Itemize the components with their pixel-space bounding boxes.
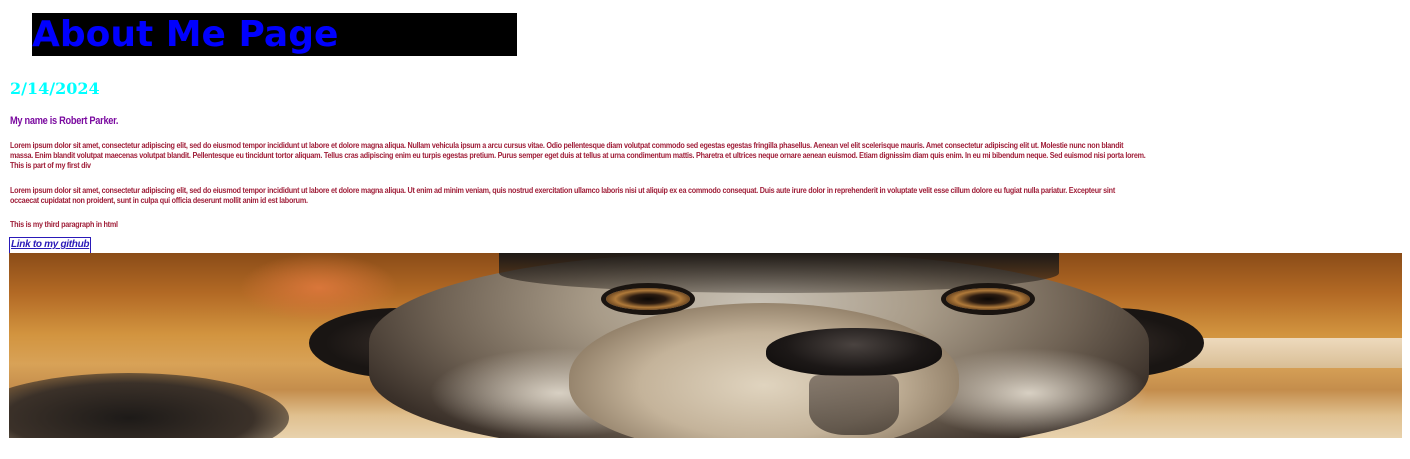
dog-photo — [9, 253, 1402, 438]
paragraph-line: Lorem ipsum dolor sit amet, consectetur … — [10, 140, 1124, 150]
dog-mouth — [809, 375, 899, 435]
dog-forehead — [499, 253, 1059, 293]
paragraph-line: This is my third paragraph in html — [10, 219, 118, 229]
paragraph-line: occaecat cupidatat non proident, sunt in… — [10, 195, 308, 206]
dog-eye-left — [606, 288, 690, 310]
paragraph-line: This is part of my first div — [10, 160, 91, 171]
page-title: About Me Page — [32, 14, 339, 55]
dog-nose — [766, 328, 942, 376]
intro-text: My name is Robert Parker. — [10, 115, 119, 127]
dog-eye-right — [946, 288, 1030, 310]
background-shadow — [9, 373, 289, 438]
third-paragraph: This is my third paragraph in html — [10, 219, 1410, 229]
date-heading: 2/14/2024 — [10, 79, 100, 98]
paragraph-line: Lorem ipsum dolor sit amet, consectetur … — [10, 185, 1115, 195]
second-paragraph: Lorem ipsum dolor sit amet, consectetur … — [10, 185, 1410, 205]
first-div-paragraph: Lorem ipsum dolor sit amet, consectetur … — [10, 140, 1410, 171]
page-title-banner: About Me Page — [32, 13, 517, 56]
paragraph-line: massa. Enim blandit volutpat maecenas vo… — [10, 150, 1146, 161]
github-link[interactable]: Link to my github — [9, 237, 92, 254]
